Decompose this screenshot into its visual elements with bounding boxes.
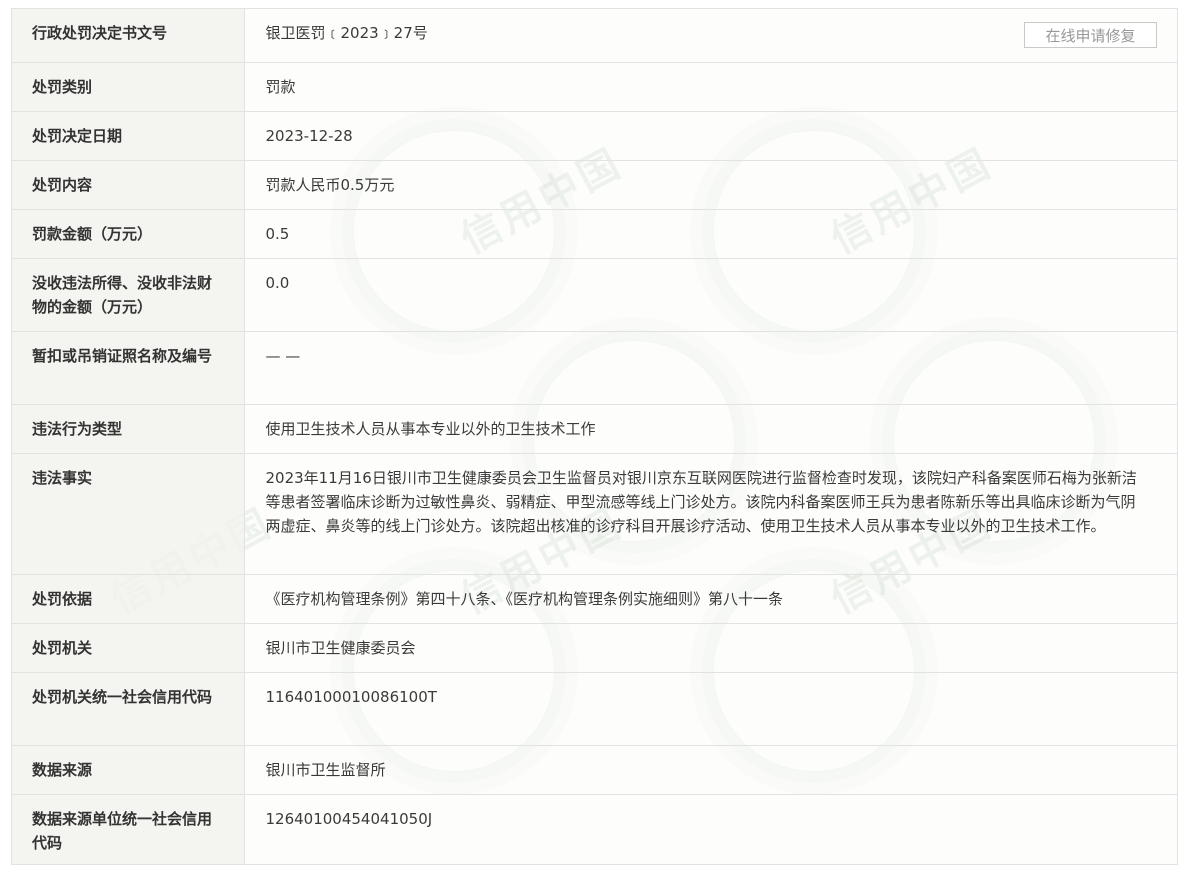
row-value: 2023-12-28	[244, 111, 1177, 161]
table-row: 处罚类别 罚款	[12, 62, 1177, 112]
row-label: 违法行为类型	[12, 404, 245, 454]
table-row: 行政处罚决定书文号 在线申请修复 银卫医罚﹝2023﹞27号	[12, 9, 1177, 63]
row-value: 0.5	[244, 209, 1177, 259]
table-row: 数据来源 银川市卫生监督所	[12, 745, 1177, 795]
row-label: 处罚内容	[12, 160, 245, 210]
table-row: 处罚依据 《医疗机构管理条例》第四十八条、《医疗机构管理条例实施细则》第八十一条	[12, 574, 1177, 624]
table-row: 处罚内容 罚款人民币0.5万元	[12, 160, 1177, 210]
row-label: 暂扣或吊销证照名称及编号	[12, 331, 245, 405]
row-value: 2023年11月16日银川市卫生健康委员会卫生监督员对银川京东互联网医院进行监督…	[244, 453, 1177, 575]
table-row: 处罚机关统一社会信用代码 11640100010086100T	[12, 672, 1177, 746]
row-value: 《医疗机构管理条例》第四十八条、《医疗机构管理条例实施细则》第八十一条	[244, 574, 1177, 624]
row-label: 处罚决定日期	[12, 111, 245, 161]
row-value: 银卫医罚﹝2023﹞27号	[265, 24, 428, 42]
row-label: 处罚机关统一社会信用代码	[12, 672, 245, 746]
table-row: 违法行为类型 使用卫生技术人员从事本专业以外的卫生技术工作	[12, 404, 1177, 454]
table-row: 处罚决定日期 2023-12-28	[12, 111, 1177, 161]
row-label: 数据来源单位统一社会信用代码	[12, 794, 245, 864]
row-value: 11640100010086100T	[244, 672, 1177, 746]
row-label: 行政处罚决定书文号	[12, 9, 245, 63]
row-value: 罚款人民币0.5万元	[244, 160, 1177, 210]
online-repair-button[interactable]: 在线申请修复	[1024, 22, 1157, 48]
row-label: 数据来源	[12, 745, 245, 795]
row-value: 12640100454041050J	[265, 809, 433, 828]
penalty-record-table-container: 信用中国 信用中国 信用中国 信用中国 信用中国 行政处罚决定书文号 在线申请修…	[11, 8, 1178, 865]
table-row: 没收违法所得、没收非法财物的金额（万元） 0.0	[12, 258, 1177, 332]
row-value: 罚款	[244, 62, 1177, 112]
row-label: 处罚机关	[12, 623, 245, 673]
row-value: 0.0	[244, 258, 1177, 332]
row-value: 银川市卫生健康委员会	[244, 623, 1177, 673]
table-row: 罚款金额（万元） 0.5	[12, 209, 1177, 259]
row-value: — —	[244, 331, 1177, 405]
table-row: 违法事实 2023年11月16日银川市卫生健康委员会卫生监督员对银川京东互联网医…	[12, 453, 1177, 575]
row-label: 处罚依据	[12, 574, 245, 624]
row-value: 银川市卫生监督所	[244, 745, 1177, 795]
row-label: 违法事实	[12, 453, 245, 575]
row-label: 处罚类别	[12, 62, 245, 112]
row-label: 没收违法所得、没收非法财物的金额（万元）	[12, 258, 245, 332]
row-value-cell: 在线申请修复 银卫医罚﹝2023﹞27号	[244, 9, 1177, 63]
penalty-record-table: 行政处罚决定书文号 在线申请修复 银卫医罚﹝2023﹞27号 处罚类别 罚款 处…	[12, 9, 1177, 864]
table-row: 暂扣或吊销证照名称及编号 — —	[12, 331, 1177, 405]
row-value: 使用卫生技术人员从事本专业以外的卫生技术工作	[244, 404, 1177, 454]
row-label: 罚款金额（万元）	[12, 209, 245, 259]
table-row: 处罚机关 银川市卫生健康委员会	[12, 623, 1177, 673]
table-row: 数据来源单位统一社会信用代码 12640100454041050J	[12, 794, 1177, 864]
